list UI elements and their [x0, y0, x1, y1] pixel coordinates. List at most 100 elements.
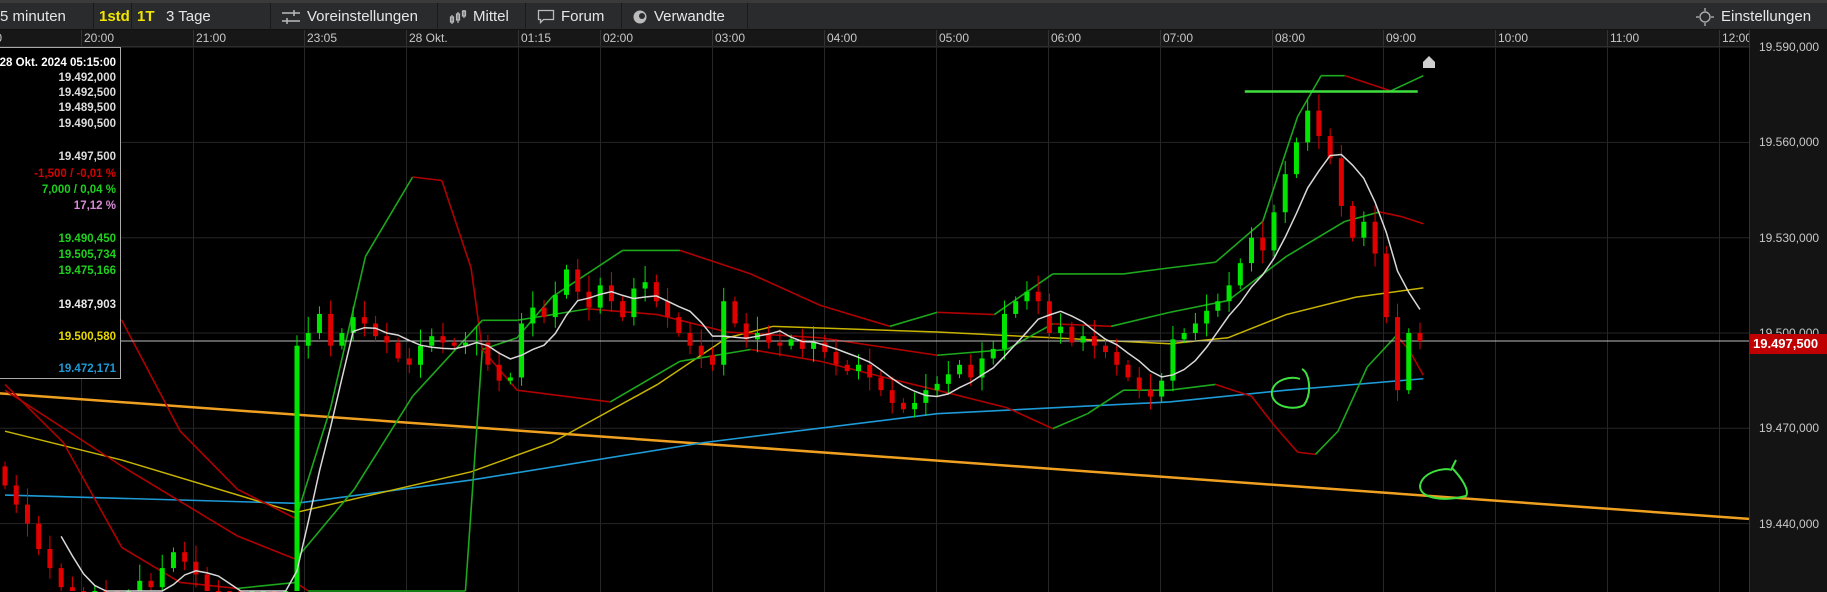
- candle-body: [1159, 380, 1165, 397]
- candle-body: [709, 355, 715, 365]
- time-gridline: [1160, 30, 1161, 46]
- range-1std-button[interactable]: 1std: [99, 3, 130, 30]
- time-tick-label: 12:00: [1722, 31, 1749, 45]
- forum-button[interactable]: Forum: [537, 3, 604, 30]
- time-gridline: [1383, 30, 1384, 46]
- candle-body: [878, 377, 884, 391]
- related-icon: [633, 10, 647, 23]
- candle-body: [1350, 205, 1356, 238]
- related-button[interactable]: Verwandte: [632, 3, 725, 30]
- candle: [36, 515, 42, 556]
- time-gridline: [406, 30, 407, 46]
- range-1t-button[interactable]: 1T: [137, 3, 155, 30]
- candle: [1316, 94, 1322, 149]
- candle-body: [631, 288, 637, 318]
- candle: [47, 535, 53, 579]
- candle: [1260, 221, 1266, 264]
- candle-body: [1249, 237, 1255, 264]
- candle-body: [170, 552, 176, 569]
- candle-body: [1058, 326, 1064, 333]
- range-3tage-button[interactable]: 3 Tage: [166, 3, 211, 30]
- scroll-to-latest-marker-icon[interactable]: [1423, 56, 1435, 68]
- price-chart[interactable]: [0, 47, 1749, 592]
- time-tick-label: 10:00: [1498, 31, 1529, 45]
- candle-body: [564, 269, 569, 295]
- chart-canvas: [0, 47, 1749, 592]
- interval-select[interactable]: 5 minuten: [0, 3, 66, 30]
- time-tick-label: 23:05: [307, 31, 338, 45]
- candle-body: [1237, 263, 1243, 286]
- candle: [159, 554, 165, 591]
- bollinger-upper-band: [820, 304, 891, 328]
- candle: [732, 296, 738, 328]
- candle-body: [833, 352, 839, 365]
- bollinger-middle-band: [1052, 322, 1112, 328]
- candle-body: [1147, 390, 1153, 397]
- candle-body: [945, 374, 951, 384]
- bollinger-lower-band: [889, 377, 938, 391]
- candle-body: [912, 402, 918, 410]
- candle-body: [1316, 110, 1322, 137]
- candle-body: [777, 342, 783, 346]
- candle-body: [204, 574, 210, 591]
- time-tick-label: 02:00: [603, 31, 634, 45]
- info-pct: 17,12 %: [73, 200, 116, 212]
- settings-button[interactable]: Einstellungen: [1695, 3, 1811, 30]
- candle-body: [1395, 317, 1401, 391]
- candle: [1372, 205, 1378, 267]
- candle: [429, 328, 435, 352]
- bollinger-upper-band: [121, 319, 181, 432]
- forum-label: Forum: [561, 8, 605, 25]
- time-gridline: [304, 30, 305, 46]
- presets-button[interactable]: Voreinstellungen: [281, 3, 418, 30]
- candle: [339, 328, 345, 350]
- candle: [709, 347, 715, 371]
- candle: [957, 360, 963, 379]
- bollinger-lower-band: [1337, 366, 1368, 432]
- info-low: 19.489,500: [58, 102, 116, 114]
- price-axis[interactable]: 19.590,000 19.560,000 19.530,000 19.500,000…: [1749, 30, 1827, 592]
- candle: [1192, 312, 1198, 342]
- price-tick-label: 19.470,000: [1759, 421, 1820, 436]
- time-gridline: [518, 30, 519, 46]
- bollinger-middle-band: [353, 395, 414, 490]
- trendline[interactable]: [0, 392, 1749, 521]
- bollinger-lower-band: [1314, 430, 1339, 455]
- divider: [437, 3, 438, 30]
- bollinger-middle-band: [1401, 215, 1424, 225]
- time-tick-label: 11:00: [1610, 31, 1640, 45]
- bollinger-lower-band: [516, 389, 565, 398]
- bollinger-upper-band: [1215, 220, 1264, 263]
- time-gridline: [1607, 30, 1608, 46]
- candle-body: [305, 333, 311, 346]
- candle-body: [676, 317, 682, 333]
- info-datetime: 28 Okt. 2024 05:15:00: [0, 57, 116, 69]
- candle-body: [811, 342, 817, 349]
- time-tick-label: 06:00: [1051, 31, 1082, 45]
- candle-body: [69, 587, 75, 591]
- candle: [1170, 326, 1176, 392]
- candle-body: [990, 348, 996, 359]
- related-label: Verwandte: [654, 8, 725, 25]
- indicator-mittel-button[interactable]: Mittel: [449, 3, 509, 30]
- candle: [1024, 281, 1030, 310]
- info-change: -1,500 / -0,01 %: [34, 168, 116, 180]
- candle-body: [1046, 301, 1052, 333]
- candle: [13, 475, 19, 513]
- bollinger-lower-band: [1250, 395, 1275, 426]
- candle: [507, 372, 513, 385]
- hand-drawn-circle-annotation[interactable]: [1418, 459, 1468, 500]
- info-sma-short: 19.487,903: [58, 299, 116, 311]
- price-tick-label: 19.560,000: [1759, 135, 1820, 150]
- candle-body: [957, 364, 963, 375]
- candle-body: [541, 307, 547, 318]
- bollinger-upper-band: [412, 176, 442, 182]
- bollinger-lower-band: [609, 360, 681, 403]
- candle-body: [24, 504, 30, 524]
- candle-body: [1282, 174, 1288, 213]
- candle: [811, 326, 817, 362]
- interval-label: 5 minuten: [0, 8, 66, 25]
- bollinger-lower-band: [936, 389, 1007, 409]
- candle-body: [721, 301, 727, 365]
- presets-label: Voreinstellungen: [307, 8, 418, 25]
